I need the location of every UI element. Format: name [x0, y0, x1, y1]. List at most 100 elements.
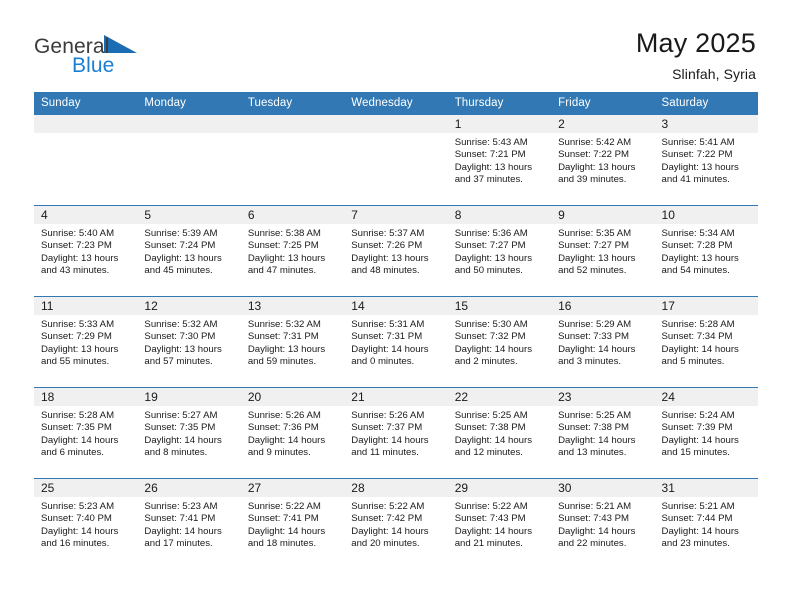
day-details: Sunrise: 5:28 AM Sunset: 7:35 PM Daylight:… — [34, 406, 137, 460]
calendar-cell[interactable]: 2 Sunrise: 5:42 AM Sunset: 7:22 PM Daylight… — [551, 115, 655, 206]
brand-name-general: General — [34, 35, 110, 58]
calendar-day[interactable]: 30 Sunrise: 5:21 AM Sunset: 7:43 PM Dayligh… — [551, 479, 655, 569]
sunrise-time: Sunrise: 5:24 AM — [661, 410, 735, 421]
sunrise-time: Sunrise: 5:21 AM — [558, 501, 632, 512]
calendar-day[interactable]: 31 Sunrise: 5:21 AM Sunset: 7:44 PM Dayligh… — [654, 479, 758, 569]
calendar-day[interactable]: 22 Sunrise: 5:25 AM Sunset: 7:38 PM Dayligh… — [447, 388, 552, 478]
calendar-cell[interactable]: 17 Sunrise: 5:28 AM Sunset: 7:34 PM Dayligh… — [654, 296, 758, 388]
calendar-cell[interactable]: 22 Sunrise: 5:25 AM Sunset: 7:38 PM Dayligh… — [447, 387, 552, 479]
calendar-cell[interactable]: 15 Sunrise: 5:30 AM Sunset: 7:32 PM Dayligh… — [447, 296, 552, 388]
day-details: Sunrise: 5:21 AM Sunset: 7:44 PM Daylight:… — [655, 497, 758, 551]
calendar-week-row: 18 Sunrise: 5:28 AM Sunset: 7:35 PM Dayligh… — [34, 387, 758, 479]
sunset-time: Sunset: 7:40 PM — [41, 513, 112, 525]
calendar-day[interactable]: 13 Sunrise: 5:32 AM Sunset: 7:31 PM Dayligh… — [240, 297, 345, 387]
page-subtitle-location: Slinfah, Syria — [672, 66, 756, 83]
calendar-day[interactable]: 15 Sunrise: 5:30 AM Sunset: 7:32 PM Dayligh… — [447, 297, 552, 387]
calendar-day[interactable]: 16 Sunrise: 5:29 AM Sunset: 7:33 PM Dayligh… — [551, 297, 655, 387]
calendar-cell[interactable]: 1 Sunrise: 5:43 AM Sunset: 7:21 PM Daylight… — [447, 115, 552, 206]
calendar-day[interactable]: 2 Sunrise: 5:42 AM Sunset: 7:22 PM Daylight… — [551, 115, 655, 205]
calendar-cell[interactable]: 11 Sunrise: 5:33 AM Sunset: 7:29 PM Dayligh… — [34, 296, 138, 388]
day-details: Sunrise: 5:34 AM Sunset: 7:28 PM Daylight:… — [655, 224, 758, 278]
brand-logo[interactable]: General Blue — [34, 28, 138, 76]
sunrise-time: Sunrise: 5:26 AM — [351, 410, 425, 421]
weekday-header-row: Sunday Monday Tuesday Wednesday Thursday… — [34, 92, 758, 115]
calendar-cell[interactable]: 7 Sunrise: 5:37 AM Sunset: 7:26 PM Daylight… — [344, 205, 448, 297]
calendar-cell[interactable] — [34, 115, 138, 206]
calendar-day[interactable]: 5 Sunrise: 5:39 AM Sunset: 7:24 PM Daylight… — [137, 206, 241, 296]
daylight-duration-line1: Daylight: 13 hours — [454, 161, 533, 173]
calendar-day[interactable]: 3 Sunrise: 5:41 AM Sunset: 7:22 PM Daylight… — [654, 115, 758, 205]
calendar-day[interactable]: 1 Sunrise: 5:43 AM Sunset: 7:21 PM Daylight… — [447, 115, 552, 205]
calendar-day[interactable]: 4 Sunrise: 5:40 AM Sunset: 7:23 PM Daylight… — [34, 206, 138, 296]
calendar-day[interactable]: 28 Sunrise: 5:22 AM Sunset: 7:42 PM Dayligh… — [344, 479, 448, 569]
calendar-day-empty — [344, 115, 448, 205]
day-details: Sunrise: 5:32 AM Sunset: 7:30 PM Daylight:… — [137, 315, 240, 369]
calendar-day[interactable]: 19 Sunrise: 5:27 AM Sunset: 7:35 PM Dayligh… — [137, 388, 241, 478]
day-number: 18 — [34, 388, 138, 406]
daylight-duration-line1: Daylight: 13 hours — [661, 252, 739, 264]
calendar-day[interactable]: 27 Sunrise: 5:22 AM Sunset: 7:41 PM Dayligh… — [240, 479, 345, 569]
day-number: 19 — [137, 388, 241, 406]
daylight-duration-line1: Daylight: 13 hours — [558, 161, 636, 173]
calendar-cell[interactable]: 26 Sunrise: 5:23 AM Sunset: 7:41 PM Dayligh… — [137, 478, 241, 569]
calendar-day[interactable]: 21 Sunrise: 5:26 AM Sunset: 7:37 PM Dayligh… — [344, 388, 448, 478]
calendar-cell[interactable]: 23 Sunrise: 5:25 AM Sunset: 7:38 PM Dayligh… — [551, 387, 655, 479]
day-details: Sunrise: 5:24 AM Sunset: 7:39 PM Daylight:… — [655, 406, 758, 460]
calendar-cell[interactable]: 9 Sunrise: 5:35 AM Sunset: 7:27 PM Daylight… — [551, 205, 655, 297]
daylight-duration-line2: and 37 minutes. — [454, 174, 523, 186]
calendar-cell[interactable]: 8 Sunrise: 5:36 AM Sunset: 7:27 PM Daylight… — [447, 205, 552, 297]
calendar-day[interactable]: 12 Sunrise: 5:32 AM Sunset: 7:30 PM Dayligh… — [137, 297, 241, 387]
calendar-cell[interactable]: 6 Sunrise: 5:38 AM Sunset: 7:25 PM Daylight… — [240, 205, 345, 297]
calendar-cell[interactable]: 20 Sunrise: 5:26 AM Sunset: 7:36 PM Dayligh… — [240, 387, 345, 479]
calendar-day[interactable]: 8 Sunrise: 5:36 AM Sunset: 7:27 PM Daylight… — [447, 206, 552, 296]
calendar-cell[interactable]: 10 Sunrise: 5:34 AM Sunset: 7:28 PM Dayligh… — [654, 205, 758, 297]
daylight-duration-line2: and 52 minutes. — [558, 265, 627, 277]
calendar-day[interactable]: 9 Sunrise: 5:35 AM Sunset: 7:27 PM Daylight… — [551, 206, 655, 296]
calendar-day[interactable]: 24 Sunrise: 5:24 AM Sunset: 7:39 PM Dayligh… — [654, 388, 758, 478]
calendar-day[interactable]: 20 Sunrise: 5:26 AM Sunset: 7:36 PM Dayligh… — [240, 388, 345, 478]
calendar-cell[interactable]: 25 Sunrise: 5:23 AM Sunset: 7:40 PM Dayligh… — [34, 478, 138, 569]
sunset-time: Sunset: 7:44 PM — [661, 513, 733, 525]
calendar-cell[interactable]: 5 Sunrise: 5:39 AM Sunset: 7:24 PM Daylight… — [137, 205, 241, 297]
calendar-cell[interactable]: 16 Sunrise: 5:29 AM Sunset: 7:33 PM Dayligh… — [551, 296, 655, 388]
page-title: May 2025 — [635, 28, 756, 58]
daylight-duration-line2: and 47 minutes. — [247, 265, 317, 277]
daylight-duration-line2: and 6 minutes. — [41, 447, 104, 459]
calendar-day[interactable]: 17 Sunrise: 5:28 AM Sunset: 7:34 PM Dayligh… — [654, 297, 758, 387]
calendar-body: 1 Sunrise: 5:43 AM Sunset: 7:21 PM Daylight… — [34, 115, 758, 569]
calendar-cell[interactable]: 21 Sunrise: 5:26 AM Sunset: 7:37 PM Dayligh… — [344, 387, 448, 479]
calendar-cell[interactable]: 12 Sunrise: 5:32 AM Sunset: 7:30 PM Dayligh… — [137, 296, 241, 388]
calendar-day[interactable]: 10 Sunrise: 5:34 AM Sunset: 7:28 PM Dayligh… — [654, 206, 758, 296]
calendar-cell[interactable]: 13 Sunrise: 5:32 AM Sunset: 7:31 PM Dayligh… — [240, 296, 345, 388]
calendar-day[interactable]: 11 Sunrise: 5:33 AM Sunset: 7:29 PM Dayligh… — [34, 297, 138, 387]
calendar-cell[interactable]: 24 Sunrise: 5:24 AM Sunset: 7:39 PM Dayligh… — [654, 387, 758, 479]
calendar-day[interactable]: 25 Sunrise: 5:23 AM Sunset: 7:40 PM Dayligh… — [34, 479, 138, 569]
calendar-cell[interactable]: 27 Sunrise: 5:22 AM Sunset: 7:41 PM Dayligh… — [240, 478, 345, 569]
day-details: Sunrise: 5:29 AM Sunset: 7:33 PM Daylight:… — [551, 315, 654, 369]
calendar-cell[interactable]: 19 Sunrise: 5:27 AM Sunset: 7:35 PM Dayligh… — [137, 387, 241, 479]
calendar-cell[interactable]: 30 Sunrise: 5:21 AM Sunset: 7:43 PM Dayligh… — [551, 478, 655, 569]
calendar-cell[interactable] — [240, 115, 345, 206]
calendar-day[interactable]: 6 Sunrise: 5:38 AM Sunset: 7:25 PM Daylight… — [240, 206, 345, 296]
calendar-cell[interactable]: 31 Sunrise: 5:21 AM Sunset: 7:44 PM Dayligh… — [654, 478, 758, 569]
calendar-day[interactable]: 7 Sunrise: 5:37 AM Sunset: 7:26 PM Daylight… — [344, 206, 448, 296]
calendar-cell[interactable]: 18 Sunrise: 5:28 AM Sunset: 7:35 PM Dayligh… — [34, 387, 138, 479]
calendar-cell[interactable]: 14 Sunrise: 5:31 AM Sunset: 7:31 PM Dayligh… — [344, 296, 448, 388]
calendar-cell[interactable]: 3 Sunrise: 5:41 AM Sunset: 7:22 PM Daylight… — [654, 115, 758, 206]
calendar-day[interactable]: 18 Sunrise: 5:28 AM Sunset: 7:35 PM Dayligh… — [34, 388, 138, 478]
calendar-cell[interactable] — [344, 115, 448, 206]
day-details: Sunrise: 5:23 AM Sunset: 7:41 PM Daylight:… — [137, 497, 240, 551]
sunset-time: Sunset: 7:31 PM — [351, 331, 423, 343]
calendar-day[interactable]: 23 Sunrise: 5:25 AM Sunset: 7:38 PM Dayligh… — [551, 388, 655, 478]
calendar-cell[interactable]: 4 Sunrise: 5:40 AM Sunset: 7:23 PM Daylight… — [34, 205, 138, 297]
day-number: 1 — [447, 115, 552, 133]
calendar-cell[interactable]: 29 Sunrise: 5:22 AM Sunset: 7:43 PM Dayligh… — [447, 478, 552, 569]
calendar-cell[interactable] — [137, 115, 241, 206]
calendar-day[interactable]: 29 Sunrise: 5:22 AM Sunset: 7:43 PM Dayligh… — [447, 479, 552, 569]
calendar-cell[interactable]: 28 Sunrise: 5:22 AM Sunset: 7:42 PM Dayligh… — [344, 478, 448, 569]
weekday-header-sunday: Sunday — [34, 92, 138, 115]
daylight-duration-line1: Daylight: 13 hours — [247, 343, 326, 355]
calendar-day[interactable]: 26 Sunrise: 5:23 AM Sunset: 7:41 PM Dayligh… — [137, 479, 241, 569]
sunset-time: Sunset: 7:35 PM — [41, 422, 112, 434]
calendar-day[interactable]: 14 Sunrise: 5:31 AM Sunset: 7:31 PM Dayligh… — [344, 297, 448, 387]
